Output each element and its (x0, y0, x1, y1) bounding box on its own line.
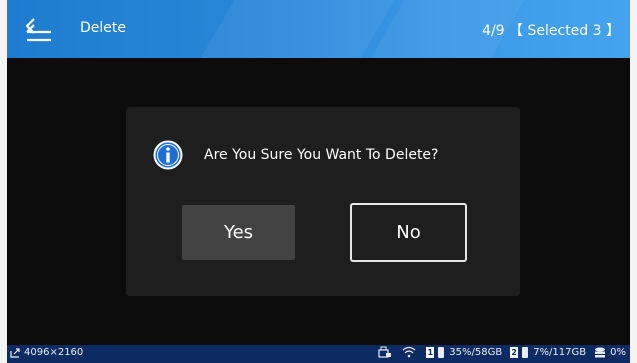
resolution-indicator: 4096×2160 (10, 347, 83, 358)
storage-percent: 0% (610, 346, 626, 358)
slot2-usage: 7%/117GB (533, 346, 587, 358)
header-bar: Delete 4/9 【 Selected 3 】 (7, 0, 630, 58)
back-button[interactable] (21, 13, 57, 45)
screen-bezel-right (630, 0, 637, 363)
info-icon (153, 140, 183, 170)
item-counter: 4/9 (482, 23, 505, 39)
status-bar: 4096×2160 1 35%/58GB 2 7%/117GB 0% (7, 345, 630, 363)
status-indicators: 1 35%/58GB 2 7%/117GB 0% (378, 346, 626, 358)
slot1-badge: 1 (426, 346, 435, 358)
storage-icon (595, 347, 606, 357)
page-title: Delete (80, 20, 126, 36)
resolution-text: 4096×2160 (24, 347, 84, 358)
camera-lock-icon (378, 346, 392, 358)
selection-info: 4/9 【 Selected 3 】 (482, 20, 620, 40)
wifi-icon (402, 346, 416, 358)
back-arrow-icon (25, 18, 51, 42)
yes-button[interactable]: Yes (182, 205, 295, 260)
dialog-message: Are You Sure You Want To Delete? (204, 147, 439, 163)
sd-card-icon (438, 346, 445, 358)
sd-card-icon (522, 346, 529, 358)
slot1-usage: 35%/58GB (449, 346, 503, 358)
selected-count: 【 Selected 3 】 (509, 23, 620, 39)
monitor-icon (10, 347, 20, 358)
slot2-badge: 2 (510, 346, 519, 358)
no-button[interactable]: No (350, 203, 467, 262)
delete-confirm-dialog: Are You Sure You Want To Delete? Yes No (126, 107, 520, 296)
screen-bezel-left (0, 0, 7, 363)
